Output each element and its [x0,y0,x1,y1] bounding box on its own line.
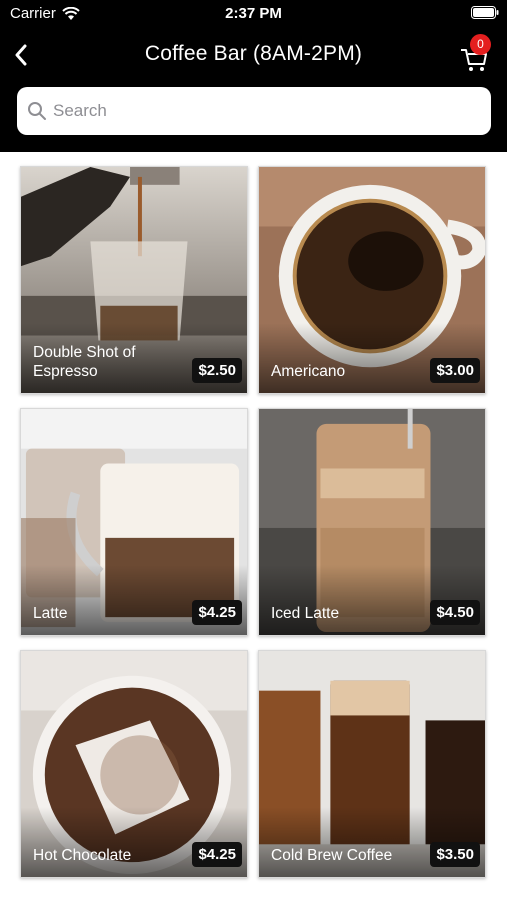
product-card[interactable]: Latte $4.25 [20,408,248,636]
product-name: Latte [33,605,68,622]
product-name: Double Shot of Espresso [33,344,136,380]
product-card[interactable]: Hot Chocolate $4.25 [20,650,248,878]
status-bar: Carrier 2:37 PM [0,0,507,28]
product-price: $4.50 [430,600,480,625]
battery-icon [471,6,499,19]
cart-count-badge: 0 [470,34,491,55]
product-price: $4.25 [192,842,242,867]
app-header: Carrier 2:37 PM Coffee Bar (8AM-2PM) 0 S… [0,0,507,152]
product-price: $3.50 [430,842,480,867]
product-price: $4.25 [192,600,242,625]
product-name: Iced Latte [271,605,340,622]
navigation-bar: Coffee Bar (8AM-2PM) 0 [0,34,507,78]
cart-button[interactable]: 0 [459,34,495,72]
product-grid: Double Shot of Espresso $2.50 Americano … [0,152,507,900]
product-card[interactable]: Cold Brew Coffee $3.50 [258,650,486,878]
product-price: $2.50 [192,358,242,383]
product-name: Hot Chocolate [33,847,132,864]
product-name: Americano [271,363,346,380]
product-card[interactable]: Americano $3.00 [258,166,486,394]
product-price: $3.00 [430,358,480,383]
search-input[interactable] [53,101,453,121]
search-icon [28,102,46,120]
page-title: Coffee Bar (8AM-2PM) [144,42,363,65]
product-card[interactable]: Double Shot of Espresso $2.50 [20,166,248,394]
search-bar[interactable] [17,87,491,135]
product-card[interactable]: Iced Latte $4.50 [258,408,486,636]
product-name: Cold Brew Coffee [271,847,393,864]
status-time: 2:37 PM [225,5,282,22]
